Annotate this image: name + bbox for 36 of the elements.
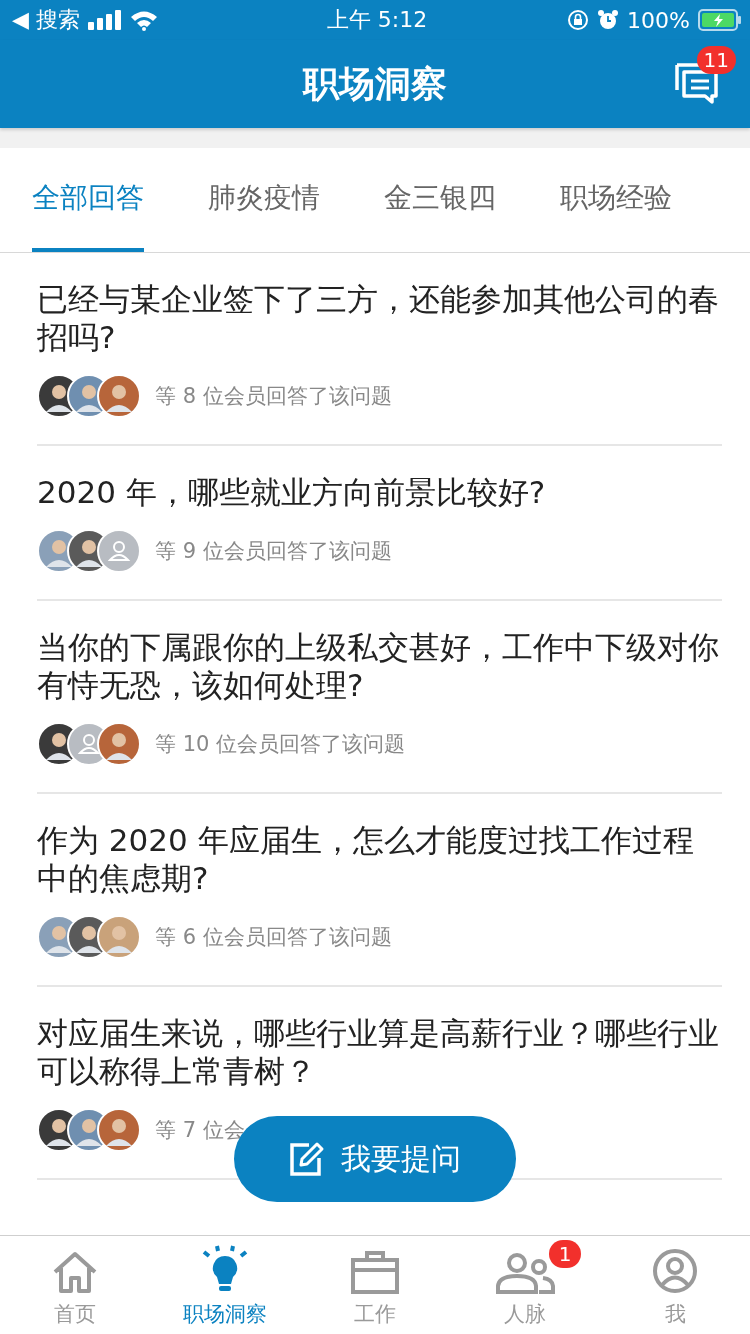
nav-tab[interactable]: 职场洞察 bbox=[150, 1236, 300, 1334]
signal-icon bbox=[87, 10, 122, 30]
category-tab[interactable]: 金三银四 bbox=[384, 148, 496, 252]
question-title[interactable]: 作为 2020 年应届生，怎么才能度过找工作过程中的焦虑期? bbox=[37, 821, 722, 897]
message-count-badge: 11 bbox=[696, 46, 736, 74]
question-title[interactable]: 当你的下属跟你的上级私交甚好，工作中下级对你有恃无恐，该如何处理? bbox=[37, 628, 722, 704]
category-tab[interactable]: 全部回答 bbox=[32, 148, 144, 252]
home-icon bbox=[51, 1250, 99, 1294]
category-tab[interactable]: 肺炎疫情 bbox=[208, 148, 320, 252]
battery-icon bbox=[698, 9, 742, 31]
profile-icon bbox=[652, 1248, 698, 1294]
avatar bbox=[97, 722, 141, 766]
avatar-placeholder-icon bbox=[97, 529, 141, 573]
question-title[interactable]: 2020 年，哪些就业方向前景比较好? bbox=[37, 473, 722, 511]
avatar bbox=[97, 1108, 141, 1152]
avatar bbox=[97, 374, 141, 418]
answer-count: 等 8 位会员回答了该问题 bbox=[155, 383, 392, 410]
avatar bbox=[97, 915, 141, 959]
question-title[interactable]: 已经与某企业签下了三方，还能参加其他公司的春招吗? bbox=[37, 280, 722, 356]
contacts-icon bbox=[495, 1250, 555, 1294]
battery-percent: 100% bbox=[627, 7, 690, 33]
back-label[interactable]: ◀ 搜索 bbox=[12, 5, 80, 35]
page-title: 职场洞察 bbox=[303, 61, 447, 106]
notification-badge: 1 bbox=[549, 1240, 581, 1268]
answer-count: 等 10 位会员回答了该问题 bbox=[155, 731, 406, 758]
briefcase-icon bbox=[350, 1250, 400, 1294]
category-tab[interactable]: 职场经验 bbox=[560, 148, 672, 252]
alarm-icon bbox=[597, 9, 620, 31]
lightbulb-icon bbox=[200, 1244, 250, 1294]
rotation-lock-icon bbox=[567, 9, 590, 31]
status-time: 上午 5:12 bbox=[326, 6, 428, 34]
question-title[interactable]: 对应届生来说，哪些行业算是高薪行业？哪些行业可以称得上常青树？ bbox=[37, 1014, 722, 1090]
nav-tab[interactable]: 1 人脉 bbox=[450, 1236, 600, 1334]
answer-count: 等 6 位会员回答了该问题 bbox=[155, 924, 392, 951]
answer-count: 等 9 位会员回答了该问题 bbox=[155, 538, 392, 565]
wifi-icon bbox=[129, 9, 158, 31]
